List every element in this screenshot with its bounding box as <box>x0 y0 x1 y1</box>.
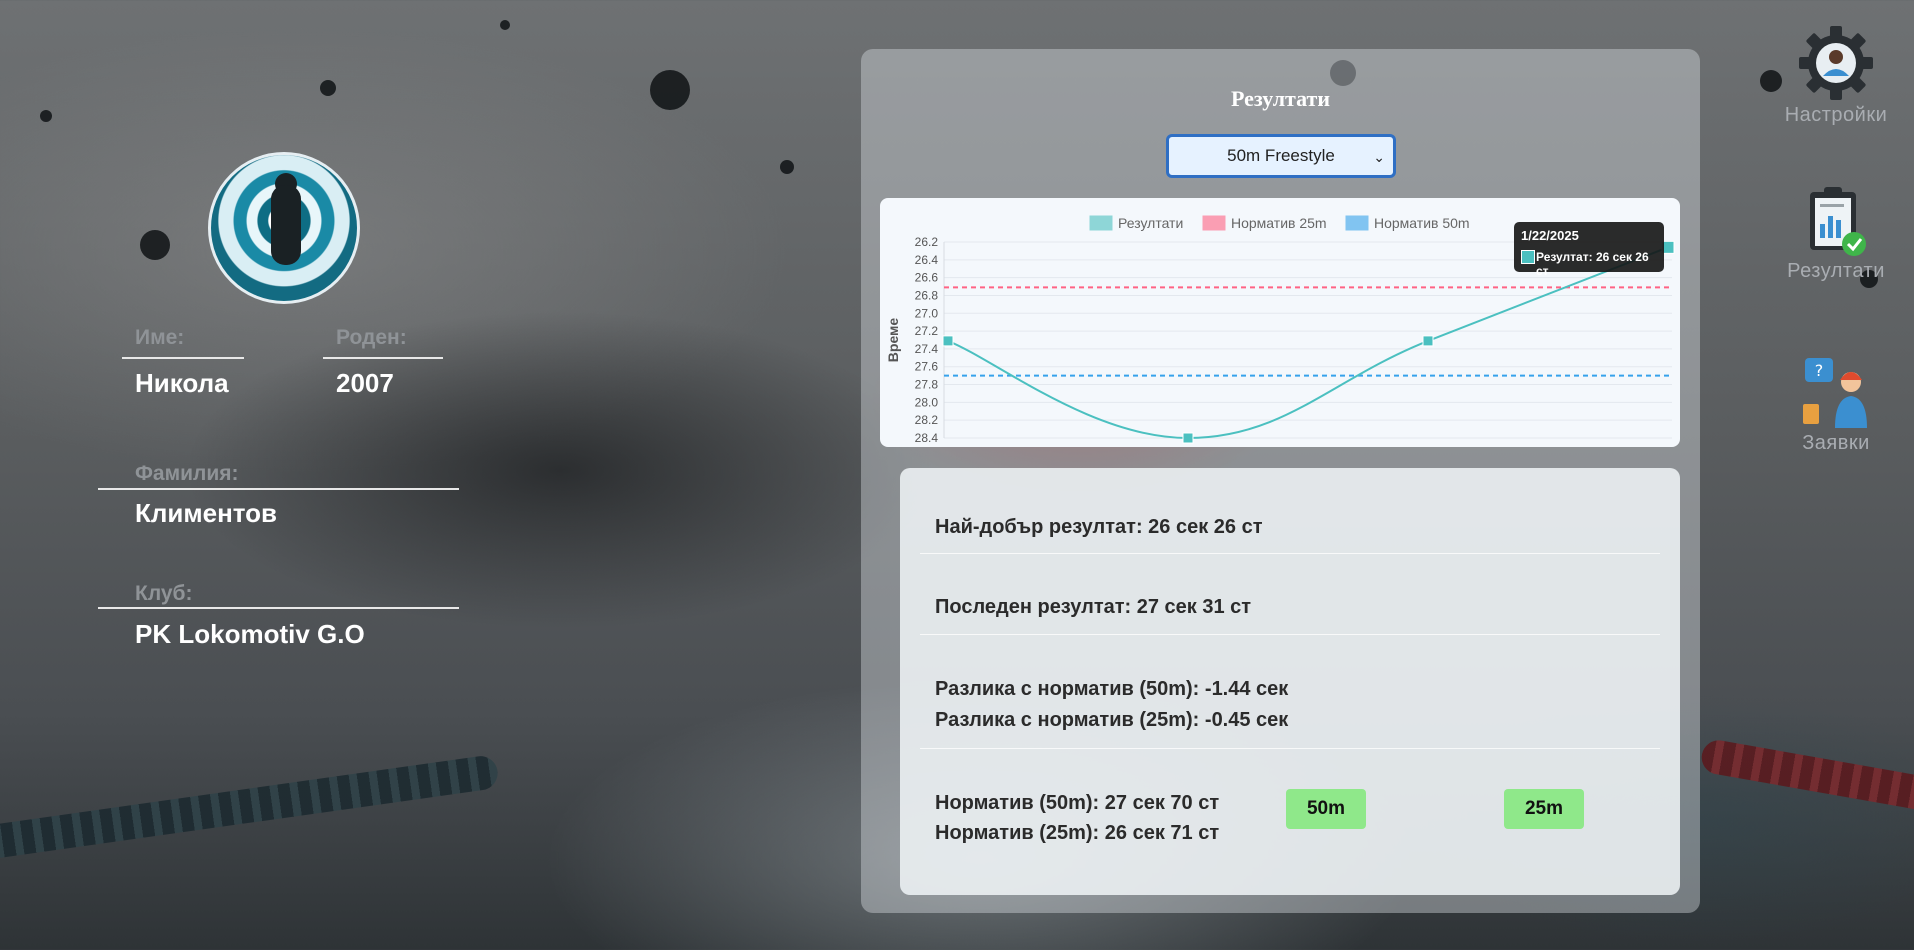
tooltip-body: Резултат: 26 сек 26 ст <box>1536 250 1649 278</box>
last-result: Последен резултат: 27 сек 31 ст <box>935 596 1252 618</box>
last-name-value: Климентов <box>135 498 278 528</box>
results-title: Резултати <box>1230 86 1331 111</box>
legend-label: Норматив 50m <box>1374 215 1470 231</box>
tooltip-swatch <box>1521 250 1535 264</box>
nav-requests-label: Заявки <box>1802 432 1870 454</box>
stats-divider <box>920 634 1660 635</box>
nav-requests[interactable]: ? Заявки <box>1775 356 1897 455</box>
tooltip-title: 1/22/2025 <box>1521 228 1579 243</box>
stats-divider <box>920 553 1660 554</box>
legend-label: Норматив 25m <box>1231 215 1327 231</box>
legend-swatch <box>1202 215 1226 231</box>
diff-50: Разлика с норматив (50m): -1.44 сек <box>935 678 1289 700</box>
y-tick-label: 27.2 <box>915 324 939 338</box>
event-select[interactable]: 50m Freestyle ⌄ <box>1166 134 1396 178</box>
norm-25: Норматив (25m): 26 сек 71 ст <box>935 822 1220 844</box>
last-name-label: Фамилия: <box>135 462 239 485</box>
y-tick-label: 26.8 <box>915 288 939 302</box>
y-tick-label: 26.2 <box>915 235 939 249</box>
y-tick-label: 28.0 <box>915 395 939 409</box>
norm-50: Норматив (50m): 27 сек 70 ст <box>935 792 1220 814</box>
legend-swatch <box>1089 215 1113 231</box>
results-point <box>1182 432 1194 444</box>
first-name-divider <box>122 357 244 359</box>
svg-text:?: ? <box>1815 361 1824 380</box>
swimmer-avatar-body <box>271 185 301 265</box>
nav-settings[interactable]: Настройки <box>1775 24 1897 127</box>
y-tick-label: 26.6 <box>915 271 939 285</box>
stats-divider <box>920 748 1660 749</box>
results-point <box>942 335 954 347</box>
last-name-divider <box>98 488 459 490</box>
y-tick-label: 28.4 <box>915 431 939 445</box>
y-tick-label: 27.4 <box>915 342 939 356</box>
legend-swatch <box>1345 215 1369 231</box>
y-tick-label: 27.6 <box>915 360 939 374</box>
y-tick-label: 28.2 <box>915 413 939 427</box>
y-tick-label: 26.4 <box>915 253 939 267</box>
born-divider <box>323 357 443 359</box>
born-label: Роден: <box>336 326 407 349</box>
first-name-value: Никола <box>135 368 229 398</box>
nav-results-label: Резултати <box>1787 260 1885 282</box>
club-label: Клуб: <box>135 582 193 605</box>
gear-icon <box>1799 26 1873 100</box>
club-divider <box>98 607 459 609</box>
first-name-label: Име: <box>135 326 185 349</box>
norm-25m-button[interactable]: 25m <box>1504 789 1584 829</box>
nav-results[interactable]: Резултати <box>1775 184 1897 283</box>
avatar <box>208 152 360 304</box>
born-value: 2007 <box>336 368 394 398</box>
norm-50m-button[interactable]: 50m <box>1286 789 1366 829</box>
legend-label: Резултати <box>1118 215 1183 231</box>
club-value: PK Lokomotiv G.O <box>135 619 365 649</box>
chevron-down-icon: ⌄ <box>1373 149 1385 165</box>
event-select-value: 50m Freestyle <box>1227 146 1335 165</box>
best-result: Най-добър резултат: 26 сек 26 ст <box>935 516 1263 538</box>
results-point <box>1422 335 1434 347</box>
nav-settings-label: Настройки <box>1784 104 1888 126</box>
report-clipboard-icon <box>1810 187 1866 256</box>
y-tick-label: 27.8 <box>915 378 939 392</box>
support-agent-icon: ? <box>1803 358 1867 428</box>
y-tick-label: 27.0 <box>915 306 939 320</box>
diff-25: Разлика с норматив (25m): -0.45 сек <box>935 709 1289 731</box>
y-axis-label: Време <box>885 318 901 363</box>
chart-tooltip: 1/22/2025 Резултат: 26 сек 26 ст <box>1514 222 1664 278</box>
